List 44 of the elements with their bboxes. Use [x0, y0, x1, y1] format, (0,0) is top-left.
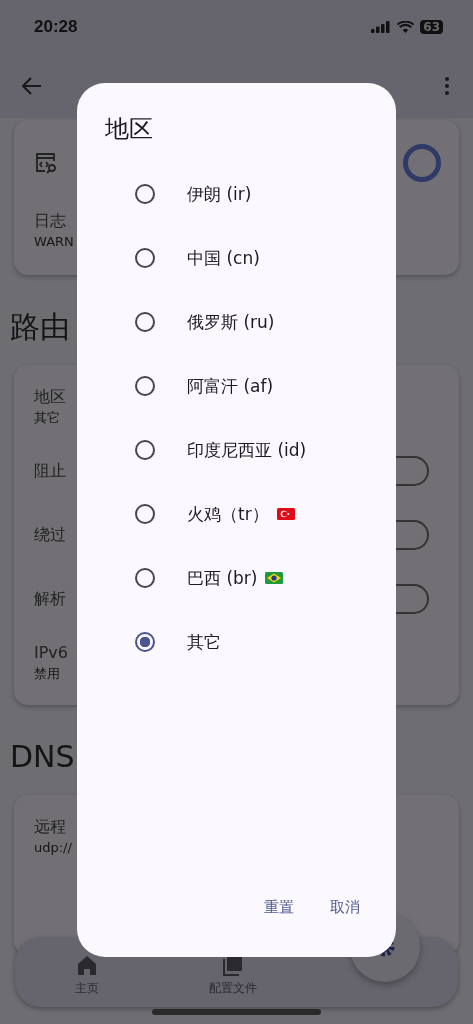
setting-value: udp://	[34, 839, 72, 857]
wifi-icon	[397, 21, 415, 33]
dialog-action-button[interactable]: 重置	[256, 892, 302, 923]
radio-button[interactable]	[135, 568, 155, 588]
radio-button[interactable]	[135, 440, 155, 460]
code-settings-icon	[34, 151, 58, 175]
setting-title: 地区	[34, 386, 66, 408]
status-time: 20:28	[34, 17, 78, 37]
option-label[interactable]: 俄罗斯 (ru)	[187, 310, 275, 334]
option-label[interactable]: 伊朗 (ir)	[187, 182, 252, 206]
setting-value: 其它	[34, 409, 61, 427]
back-arrow-icon[interactable]	[22, 77, 42, 95]
flag-icon	[276, 508, 295, 520]
toggle-switch[interactable]	[403, 144, 441, 182]
setting-value: WARN	[34, 233, 75, 251]
section-heading: DNS	[10, 738, 75, 776]
dialog-action-button[interactable]: 取消	[322, 892, 368, 923]
radio-button[interactable]	[135, 248, 155, 268]
setting-title: 日志	[34, 210, 67, 232]
setting-title: IPv6	[34, 642, 68, 664]
section-heading: 路由	[10, 308, 70, 346]
radio-button[interactable]	[135, 376, 155, 396]
option-label[interactable]: 中国 (cn)	[187, 246, 260, 270]
option-label[interactable]: 巴西 (br)	[187, 566, 258, 590]
battery-level: 63	[420, 20, 443, 34]
option-label[interactable]: 火鸡（tr）	[187, 502, 269, 526]
setting-title: 远程	[34, 816, 67, 838]
setting-title: 解析	[34, 588, 66, 610]
setting-value: 禁用	[34, 665, 61, 683]
flag-icon	[265, 572, 284, 584]
option-label[interactable]: 印度尼西亚 (id)	[187, 438, 307, 462]
option-label[interactable]: 其它	[187, 630, 221, 654]
radio-button[interactable]	[135, 504, 155, 524]
home-icon	[76, 954, 98, 976]
signal-icon	[371, 21, 392, 33]
dialog-title: 地区	[105, 114, 154, 145]
radio-button[interactable]	[135, 632, 155, 652]
radio-button[interactable]	[135, 312, 155, 332]
document-icon	[222, 954, 244, 976]
more-menu-icon[interactable]	[445, 77, 449, 95]
setting-title: 绕过	[34, 524, 66, 546]
setting-title: 阻止	[34, 460, 66, 482]
radio-button[interactable]	[135, 184, 155, 204]
option-label[interactable]: 阿富汗 (af)	[187, 374, 274, 398]
